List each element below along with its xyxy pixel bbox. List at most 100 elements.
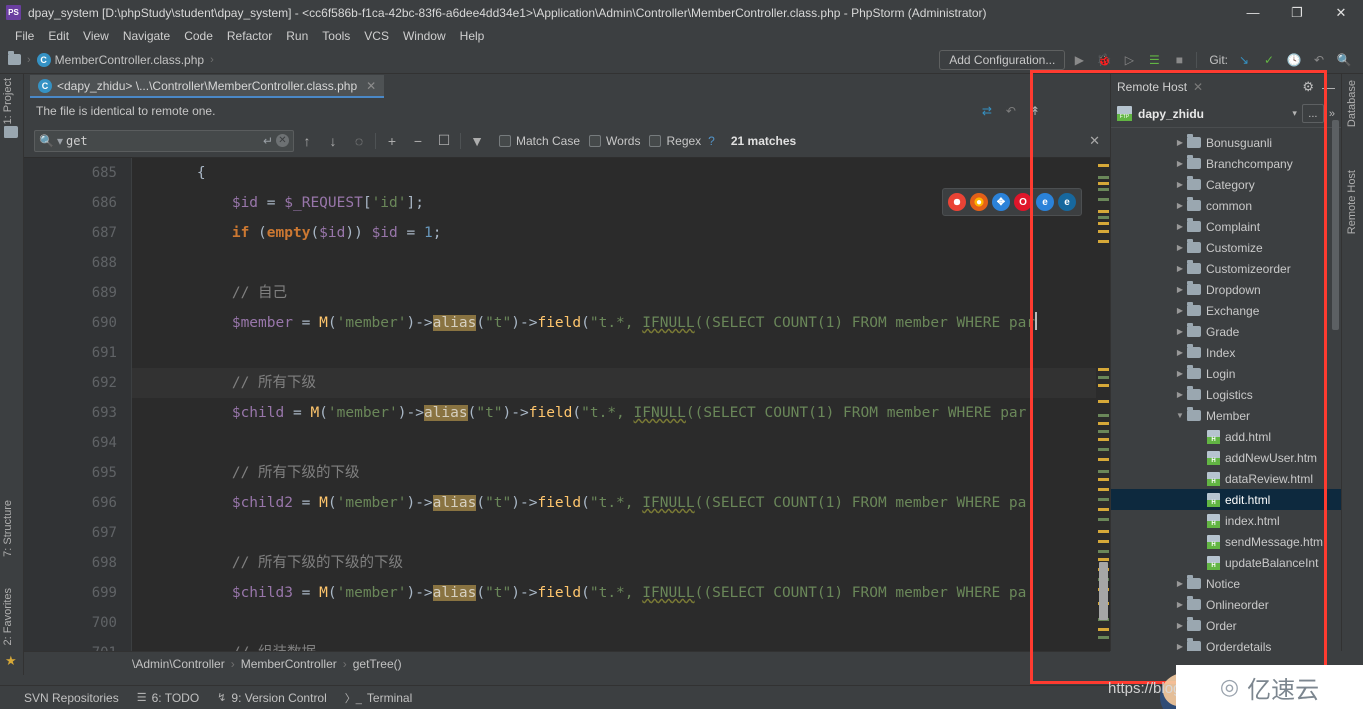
tree-folder-item[interactable]: ▼ Member <box>1111 405 1341 426</box>
revert-icon[interactable]: ↶ <box>1006 104 1016 118</box>
search-input-value[interactable]: get <box>66 134 260 148</box>
search-icon[interactable]: 🔍 <box>39 134 54 148</box>
search-everywhere-icon[interactable]: 🔍 <box>1333 49 1355 71</box>
rollback-icon[interactable]: ↶ <box>1308 49 1330 71</box>
chevron-right-icon[interactable]: ▶ <box>1173 285 1187 294</box>
search-input[interactable]: 🔍 ▾ get ↵ ✕ <box>34 129 294 152</box>
chevron-right-icon[interactable]: ▶ <box>1173 201 1187 210</box>
chevron-right-icon[interactable]: ▶ <box>1173 264 1187 273</box>
history-icon[interactable]: 🕓 <box>1283 49 1305 71</box>
tree-folder-item[interactable]: ▶ Login <box>1111 363 1341 384</box>
tree-folder-item[interactable]: ▶ Grade <box>1111 321 1341 342</box>
tree-folder-item[interactable]: ▶ Exchange <box>1111 300 1341 321</box>
prev-match-icon[interactable]: ↑ <box>294 128 320 154</box>
menu-code[interactable]: Code <box>177 27 220 45</box>
tree-file-item[interactable]: dataReview.html <box>1111 468 1341 489</box>
chevron-right-icon[interactable]: ▶ <box>1173 159 1187 168</box>
menu-file[interactable]: File <box>8 27 41 45</box>
tree-folder-item[interactable]: ▶ Logistics <box>1111 384 1341 405</box>
tree-folder-item[interactable]: ▶ Onlineorder <box>1111 594 1341 615</box>
update-project-icon[interactable]: ↘ <box>1233 49 1255 71</box>
chevron-right-icon[interactable]: ▶ <box>1173 369 1187 378</box>
chevron-right-icon[interactable]: ▶ <box>1173 327 1187 336</box>
match-case-checkbox[interactable]: Match Case <box>499 134 580 148</box>
code-line[interactable]: // 所有下级的下级 <box>132 458 1110 488</box>
sidebar-item-remote-host[interactable]: Remote Host <box>1346 170 1358 234</box>
chevron-right-icon[interactable]: ▶ <box>1173 243 1187 252</box>
menu-edit[interactable]: Edit <box>41 27 76 45</box>
menu-run[interactable]: Run <box>279 27 315 45</box>
run-icon[interactable]: ▶ <box>1068 49 1090 71</box>
debug-icon[interactable]: 🐞 <box>1093 49 1115 71</box>
tree-folder-item[interactable]: ▶ Dropdown <box>1111 279 1341 300</box>
sidebar-item-database[interactable]: Database <box>1346 80 1358 127</box>
chrome-icon[interactable]: ● <box>948 193 966 211</box>
status-version-control[interactable]: ↯ 9: Version Control <box>217 691 327 705</box>
words-checkbox[interactable]: Words <box>589 134 640 148</box>
tree-folder-item[interactable]: ▶ Bonusguanli <box>1111 132 1341 153</box>
menu-tools[interactable]: Tools <box>315 27 357 45</box>
code-content[interactable]: { $id = $_REQUEST['id']; if (empty($id))… <box>132 158 1110 651</box>
close-button[interactable]: ✕ <box>1319 0 1363 25</box>
nav-path-method[interactable]: getTree() <box>353 657 402 671</box>
chevron-right-icon[interactable]: ▶ <box>1173 579 1187 588</box>
tree-file-item[interactable]: add.html <box>1111 426 1341 447</box>
chevron-right-icon[interactable]: ▶ <box>1173 180 1187 189</box>
select-all-icon[interactable]: ☐ <box>431 128 457 154</box>
chevron-right-icon[interactable]: ▶ <box>1173 348 1187 357</box>
tree-folder-item[interactable]: ▶ Orderdetails <box>1111 636 1341 651</box>
code-line[interactable] <box>132 428 1110 458</box>
editor-scrollbar-thumb[interactable] <box>1099 562 1108 620</box>
remote-host-close-icon[interactable]: ✕ <box>1193 80 1203 94</box>
menu-navigate[interactable]: Navigate <box>116 27 177 45</box>
run-with-coverage-icon[interactable]: ▷ <box>1118 49 1140 71</box>
regex-help-icon[interactable]: ? <box>708 134 715 148</box>
tree-folder-item[interactable]: ▶ Category <box>1111 174 1341 195</box>
sidebar-item-favorites[interactable]: 2: Favorites <box>2 588 14 645</box>
add-selection-icon[interactable]: + <box>379 128 405 154</box>
internet-explorer-icon[interactable]: e <box>1036 193 1054 211</box>
minimize-panel-icon[interactable]: — <box>1322 80 1335 95</box>
edge-icon[interactable]: e <box>1058 193 1076 211</box>
tree-folder-item[interactable]: ▶ Complaint <box>1111 216 1341 237</box>
menu-view[interactable]: View <box>76 27 116 45</box>
chevron-right-icon[interactable]: ▶ <box>1173 600 1187 609</box>
stop-icon[interactable]: ■ <box>1168 49 1190 71</box>
chevron-right-icon[interactable]: ▶ <box>1173 306 1187 315</box>
code-line[interactable]: $member = M('member')->alias("t")->field… <box>132 308 1110 338</box>
add-configuration-button[interactable]: Add Configuration... <box>939 50 1066 70</box>
code-line[interactable]: // 所有下级的下级的下级 <box>132 548 1110 578</box>
regex-checkbox[interactable]: Regex <box>649 134 701 148</box>
match-case-box-icon[interactable] <box>499 134 511 147</box>
code-line[interactable]: $child = M('member')->alias("t")->field(… <box>132 398 1110 428</box>
code-line[interactable]: // 组装数据 <box>132 638 1110 651</box>
tree-folder-item[interactable]: ▶ Customize <box>1111 237 1341 258</box>
next-match-icon[interactable]: ↓ <box>320 128 346 154</box>
tree-folder-item[interactable]: ▶ Branchcompany <box>1111 153 1341 174</box>
chevron-right-icon[interactable]: ▶ <box>1173 390 1187 399</box>
remote-host-scrollbar[interactable] <box>1332 120 1339 330</box>
code-line[interactable]: // 所有下级 <box>132 368 1110 398</box>
close-icon[interactable]: ✕ <box>366 79 376 93</box>
commit-icon[interactable]: ✓ <box>1258 49 1280 71</box>
code-line[interactable]: // 自己 <box>132 278 1110 308</box>
profile-icon[interactable]: ☰ <box>1143 49 1165 71</box>
code-line[interactable] <box>132 608 1110 638</box>
regex-box-icon[interactable] <box>649 134 662 147</box>
tree-file-item[interactable]: edit.html <box>1111 489 1341 510</box>
tree-folder-item[interactable]: ▶ Index <box>1111 342 1341 363</box>
safari-icon[interactable]: ✥ <box>992 193 1010 211</box>
gear-icon[interactable]: ⚙ <box>1302 79 1314 95</box>
breadcrumb-file[interactable]: MemberController.class.php <box>55 53 204 67</box>
sidebar-item-structure[interactable]: 7: Structure <box>2 500 14 557</box>
code-line[interactable]: $child3 = M('member')->alias("t")->field… <box>132 578 1110 608</box>
search-history-chevron-icon[interactable]: ▾ <box>57 134 63 148</box>
tree-file-item[interactable]: index.html <box>1111 510 1341 531</box>
editor-tab-membercontroller[interactable]: C <dapy_zhidu> \...\Controller\MemberCon… <box>30 75 385 98</box>
code-line[interactable]: { <box>132 158 1110 188</box>
code-line[interactable] <box>132 518 1110 548</box>
upload-icon[interactable]: ↟ <box>1030 104 1040 118</box>
remove-selection-icon[interactable]: − <box>405 128 431 154</box>
chevron-right-icon[interactable]: ▶ <box>1173 138 1187 147</box>
words-box-icon[interactable] <box>589 134 602 147</box>
